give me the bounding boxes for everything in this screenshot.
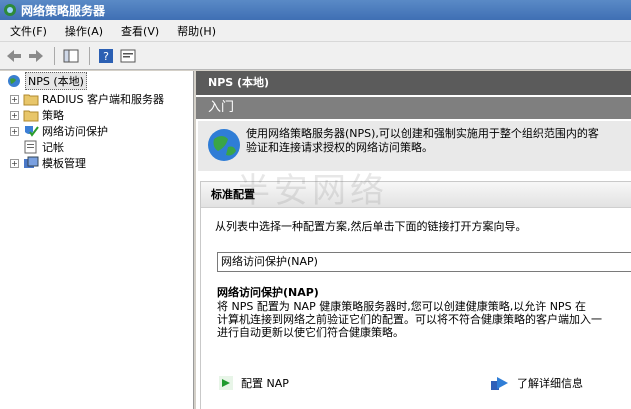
green-arrow-icon: [219, 376, 233, 390]
window-title: 网络策略服务器: [21, 3, 106, 18]
tree-item-nap[interactable]: + 网络访问保护: [10, 123, 108, 139]
blue-arrow-icon: [491, 377, 508, 390]
scenario-select[interactable]: 网络访问保护(NAP): [217, 252, 631, 272]
nap-description: 将 NPS 配置为 NAP 健康策略服务器时,您可以创建健康策略,以允许 NPS…: [217, 300, 631, 339]
tree-item-templates[interactable]: + 模板管理: [10, 155, 86, 171]
svg-text:?: ?: [103, 50, 109, 63]
help-button[interactable]: ?: [96, 46, 116, 66]
back-arrow-icon: [7, 49, 21, 62]
panel-heading: 标准配置: [201, 182, 631, 208]
tree-item-accounting[interactable]: 记帐: [23, 139, 64, 155]
learn-more-link[interactable]: 了解详细信息: [491, 375, 583, 391]
intro-line: 使用网络策略服务器(NPS),可以创建和强制实施用于整个组织范围内的客: [246, 127, 599, 140]
templates-icon: [24, 156, 39, 168]
shield-check-icon: [25, 126, 39, 137]
app-icon: [4, 4, 16, 16]
toolbar-separator: [54, 46, 55, 65]
nap-heading: 网络访问保护(NAP): [217, 286, 319, 299]
show-hide-tree-button[interactable]: [61, 46, 81, 66]
details-title: NPS (本地): [196, 71, 631, 95]
intro-line: 验证和连接请求授权的网络访问策略。: [246, 141, 433, 154]
toolbar: ?: [0, 42, 631, 70]
tree-item-label: 策略: [42, 109, 64, 122]
section-header-getting-started: 入门: [196, 97, 631, 119]
menu-view[interactable]: 查看(V): [111, 23, 167, 39]
back-button[interactable]: [4, 46, 24, 66]
accounting-icon: [24, 140, 37, 154]
tree-item-label: 网络访问保护: [42, 125, 108, 138]
expand-icon[interactable]: +: [10, 126, 19, 136]
folder-icon: [23, 94, 39, 106]
tree-item-label: 记帐: [42, 141, 64, 154]
toolbar-separator: [89, 46, 90, 65]
expand-icon[interactable]: +: [10, 158, 19, 168]
menu-action[interactable]: 操作(A): [55, 23, 111, 39]
nap-desc-line: 进行自动更新以使它们符合健康策略。: [217, 326, 404, 339]
intro-text: 使用网络策略服务器(NPS),可以创建和强制实施用于整个组织范围内的客 验证和连…: [246, 127, 631, 155]
configure-nap-link[interactable]: 配置 NAP: [219, 375, 289, 391]
standard-config-panel: 标准配置 从列表中选择一种配置方案,然后单击下面的链接打开方案向导。 网络访问保…: [200, 181, 631, 409]
help-icon: ?: [99, 48, 113, 63]
menu-help[interactable]: 帮助(H): [167, 23, 224, 39]
nps-globe-icon: [208, 129, 240, 161]
tree-item-label: 模板管理: [42, 157, 86, 170]
nap-desc-line: 计算机连接到网络之前验证它们的配置。可以将不符合健康策略的客户端加入一: [217, 313, 602, 326]
forward-button[interactable]: [26, 46, 46, 66]
tree-item-policies[interactable]: + 策略: [10, 107, 64, 123]
tree-root-label: NPS (本地): [25, 72, 87, 90]
expand-icon[interactable]: +: [10, 94, 19, 104]
console-tree-icon: [63, 49, 79, 62]
intro-box: 使用网络策略服务器(NPS),可以创建和强制实施用于整个组织范围内的客 验证和连…: [198, 121, 631, 171]
configure-nap-label: 配置 NAP: [241, 377, 289, 390]
tree-root[interactable]: NPS (本地): [6, 72, 87, 90]
tree-item-label: RADIUS 客户端和服务器: [42, 93, 164, 106]
properties-icon: [120, 49, 136, 62]
tree-item-radius[interactable]: + RADIUS 客户端和服务器: [10, 91, 164, 107]
nps-globe-icon: [8, 75, 20, 87]
menu-file[interactable]: 文件(F): [0, 23, 55, 39]
menu-bar: 文件(F) 操作(A) 查看(V) 帮助(H): [0, 20, 631, 42]
nap-desc-line: 将 NPS 配置为 NAP 健康策略服务器时,您可以创建健康策略,以允许 NPS…: [217, 300, 587, 313]
forward-arrow-icon: [29, 49, 43, 62]
learn-more-label: 了解详细信息: [517, 377, 583, 390]
properties-button[interactable]: [118, 46, 138, 66]
folder-icon: [23, 110, 39, 122]
panel-instructions: 从列表中选择一种配置方案,然后单击下面的链接打开方案向导。: [215, 220, 527, 233]
console-tree: NPS (本地) + RADIUS 客户端和服务器 + 策略 + 网络访问保护 …: [0, 71, 194, 409]
details-pane: NPS (本地) 入门 使用网络策略服务器(NPS),可以创建和强制实施用于整个…: [196, 71, 631, 409]
title-bar: 网络策略服务器: [0, 0, 631, 20]
expand-icon[interactable]: +: [10, 110, 19, 120]
